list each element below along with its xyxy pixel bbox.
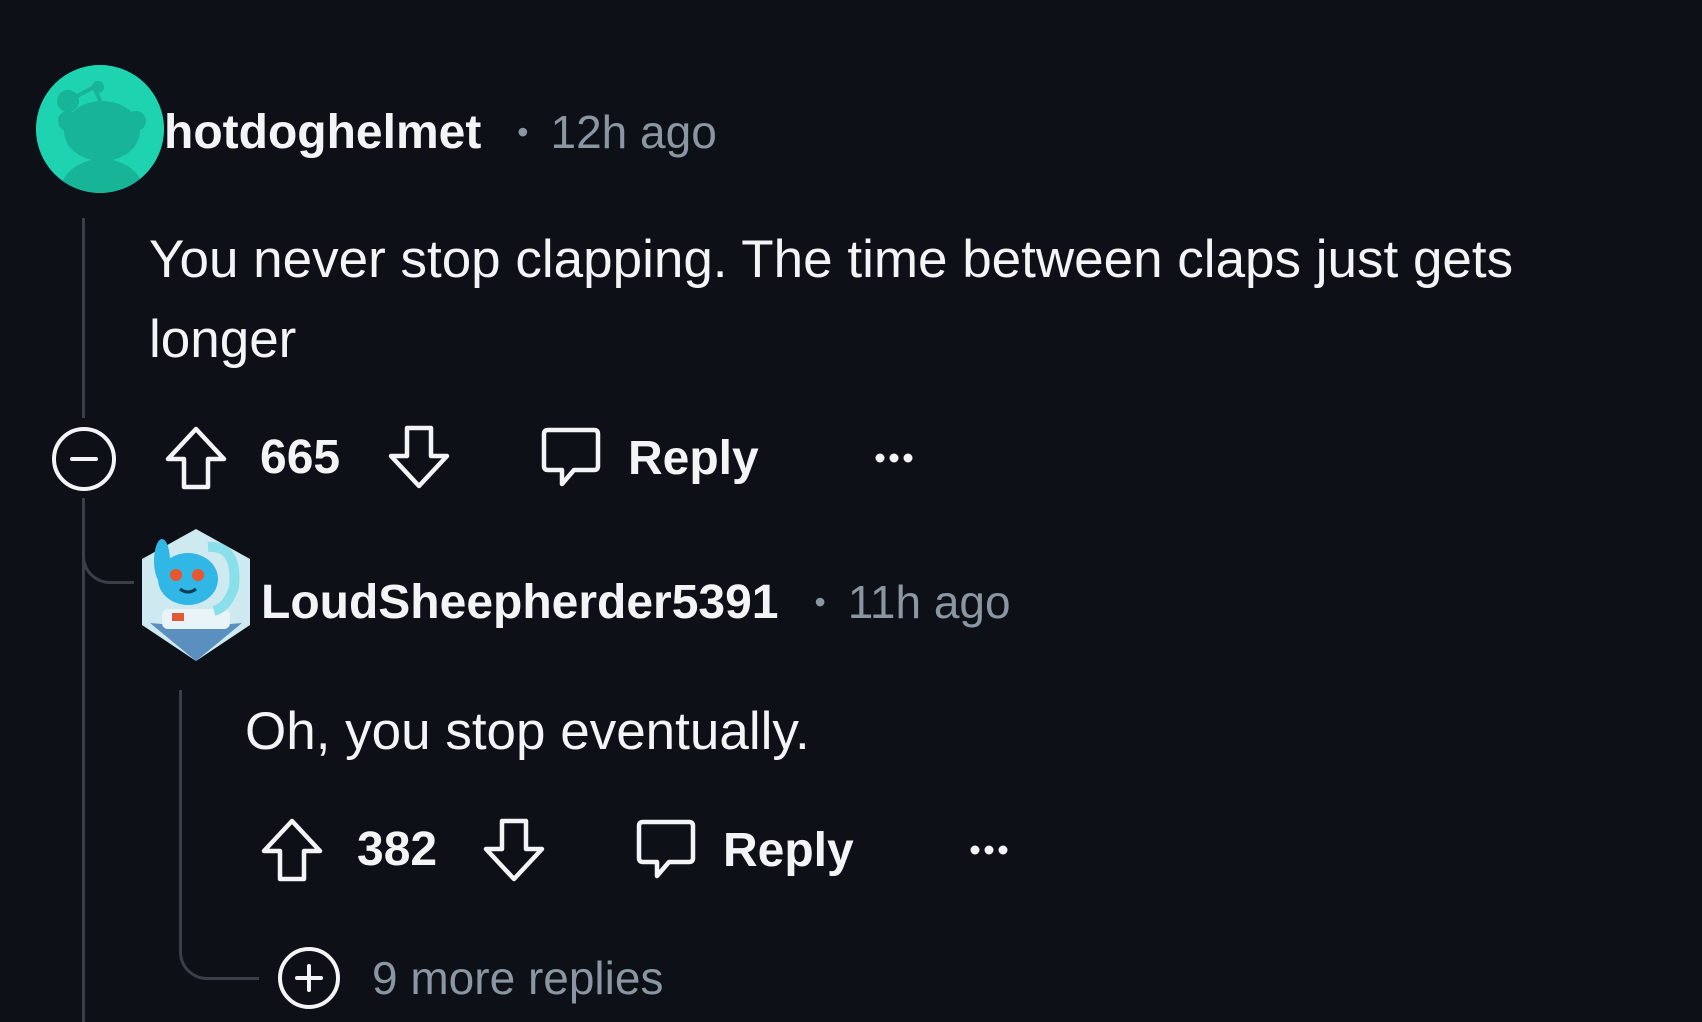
reply-label: Reply [628, 431, 759, 485]
arrow-down-outline-icon [388, 425, 450, 489]
username[interactable]: LoudSheepherder5391 [261, 575, 779, 630]
thread-connector-reply [82, 500, 134, 584]
vote-count: 665 [260, 431, 341, 484]
more-replies-label: 9 more replies [372, 952, 664, 1004]
minus-circle-icon [52, 427, 116, 491]
ellipsis-icon [970, 845, 1008, 855]
reply-label: Reply [723, 823, 854, 877]
plus-circle-icon [278, 947, 340, 1009]
more-options-button[interactable] [967, 834, 1011, 866]
comment-body: You never stop clapping. The time betwee… [149, 220, 1679, 380]
vote-count: 382 [357, 823, 438, 876]
comment-body-line: Oh, you stop eventually. [245, 702, 810, 761]
comment-body: Oh, you stop eventually. [245, 692, 1645, 772]
ellipsis-icon [875, 453, 913, 463]
more-options-button[interactable] [872, 442, 916, 474]
timestamp: 11h ago [847, 576, 1011, 628]
character-avatar-icon [142, 529, 250, 661]
reply-button[interactable]: Reply [540, 426, 759, 490]
downvote-button[interactable] [387, 424, 451, 490]
comment-header: LoudSheepherder5391 • 11h ago [261, 570, 1011, 634]
username[interactable]: hotdoghelmet [164, 105, 481, 160]
downvote-button[interactable] [482, 817, 546, 883]
arrow-up-outline-icon [165, 426, 227, 490]
speech-bubble-icon [636, 819, 696, 879]
reply-button[interactable]: Reply [635, 818, 854, 882]
arrow-down-outline-icon [483, 818, 545, 882]
thread-line-main [82, 498, 85, 1022]
avatar[interactable] [36, 65, 164, 193]
timestamp: 12h ago [550, 106, 717, 158]
separator-dot: • [814, 583, 826, 620]
arrow-up-outline-icon [261, 818, 323, 882]
comment-thread: hotdoghelmet • 12h ago You never stop cl… [0, 0, 1702, 1022]
collapse-button[interactable] [50, 425, 118, 493]
speech-bubble-icon [541, 427, 601, 487]
avatar[interactable] [138, 527, 254, 665]
thread-line-top [82, 218, 85, 418]
comment-header: hotdoghelmet • 12h ago [164, 100, 717, 164]
comment-body-line: longer [149, 310, 297, 369]
upvote-button[interactable] [260, 817, 324, 883]
more-replies-button[interactable]: 9 more replies [276, 945, 663, 1011]
upvote-button[interactable] [164, 425, 228, 491]
comment-body-line: You never stop clapping. The time betwee… [149, 230, 1514, 289]
snoo-avatar-icon [36, 65, 164, 193]
separator-dot: • [517, 113, 529, 150]
